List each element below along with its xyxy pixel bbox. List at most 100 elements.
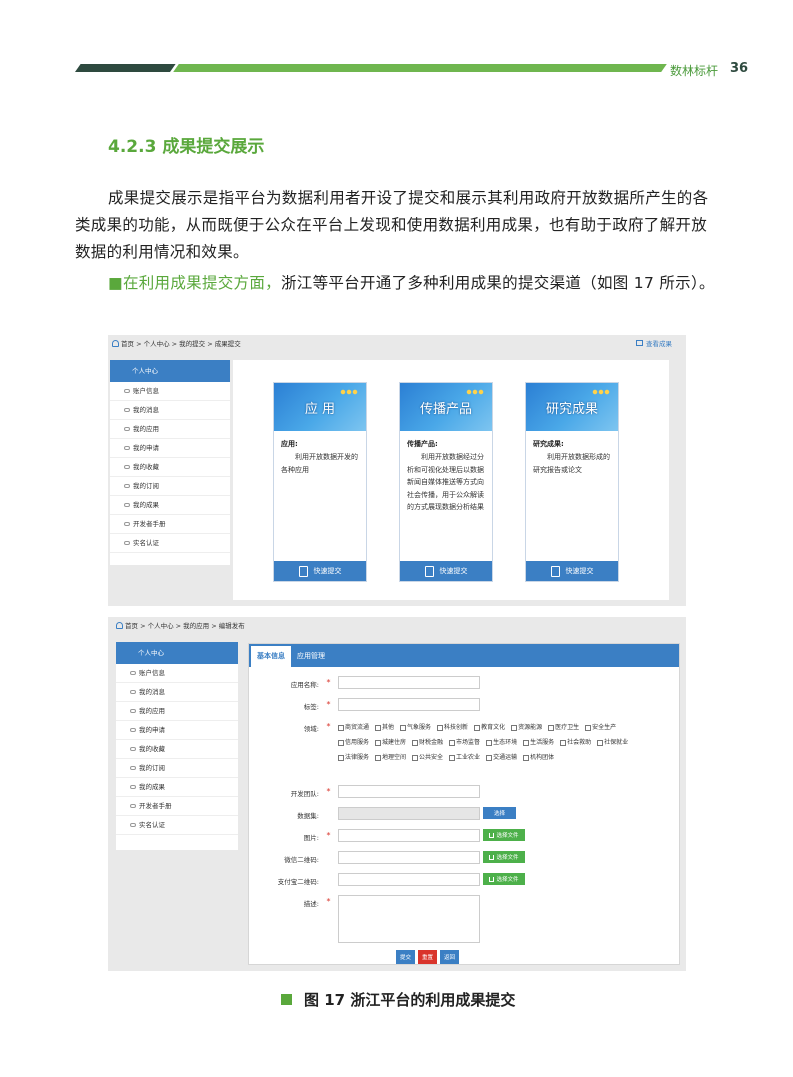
- sidebar-item-dev-manual[interactable]: 开发者手册: [110, 515, 230, 534]
- domain-option[interactable]: 资源能源: [511, 720, 542, 735]
- sidebar-item-subscriptions[interactable]: 我的订阅: [110, 477, 230, 496]
- checkbox-icon[interactable]: [412, 739, 419, 746]
- checkbox-icon[interactable]: [338, 724, 344, 731]
- checkbox-icon[interactable]: [548, 724, 555, 731]
- alipay-qr-input[interactable]: [338, 873, 480, 886]
- sidebar-item-subscriptions[interactable]: 我的订阅: [116, 759, 238, 778]
- checkbox-icon[interactable]: [375, 724, 382, 731]
- checkbox-icon[interactable]: [585, 724, 592, 731]
- checkbox-icon[interactable]: [486, 739, 493, 746]
- back-button[interactable]: 返回: [440, 950, 460, 964]
- sidebar-item-apps[interactable]: 我的应用: [116, 702, 238, 721]
- card-description: 利用开放数据经过分析和可视化处理后以数据新闻自媒体推送等方式向社会传播，用于公众…: [407, 453, 484, 511]
- reset-button[interactable]: 重置: [418, 950, 438, 964]
- domain-option[interactable]: 机构团体: [523, 750, 554, 765]
- sidebar-item-account[interactable]: 账户信息: [116, 664, 238, 683]
- view-results-link[interactable]: 查看成果: [636, 338, 672, 348]
- checkbox-icon[interactable]: [449, 739, 456, 746]
- checkbox-icon[interactable]: [400, 724, 407, 731]
- checkbox-icon[interactable]: [523, 754, 530, 761]
- domain-option[interactable]: 其他: [375, 720, 394, 735]
- app-name-input[interactable]: [338, 676, 480, 689]
- quick-submit-button[interactable]: 快速提交: [274, 561, 366, 581]
- domain-option[interactable]: 社保就业: [597, 735, 628, 750]
- description-textarea[interactable]: [338, 895, 480, 943]
- wechat-qr-upload-button[interactable]: 选择文件: [483, 851, 525, 863]
- sidebar-item-applications[interactable]: 我的申请: [110, 439, 230, 458]
- sidebar-item-label: 我的订阅: [139, 763, 165, 772]
- domain-option[interactable]: 商贸流通: [338, 720, 369, 735]
- wechat-qr-input[interactable]: [338, 851, 480, 864]
- domain-option[interactable]: 科技创新: [437, 720, 468, 735]
- sidebar-item-favorites[interactable]: 我的收藏: [110, 458, 230, 477]
- sidebar-item-applications[interactable]: 我的申请: [116, 721, 238, 740]
- submit-button[interactable]: 提交: [396, 950, 416, 964]
- checkbox-icon[interactable]: [597, 739, 604, 746]
- checkbox-icon[interactable]: [474, 724, 481, 731]
- domain-option[interactable]: 安全生产: [585, 720, 616, 735]
- domain-option[interactable]: 财税金融: [412, 735, 443, 750]
- sidebar-item-apps[interactable]: 我的应用: [110, 420, 230, 439]
- domain-option[interactable]: 交通运输: [486, 750, 517, 765]
- dataset-select-button[interactable]: 选择: [483, 807, 516, 819]
- checkbox-icon[interactable]: [449, 754, 456, 761]
- checkbox-icon[interactable]: [375, 754, 382, 761]
- checkbox-icon[interactable]: [338, 754, 344, 761]
- domain-option-label: 社会救助: [567, 739, 592, 746]
- sidebar-head[interactable]: 个人中心: [116, 642, 238, 664]
- checkbox-icon[interactable]: [523, 739, 530, 746]
- quick-submit-button[interactable]: 快速提交: [526, 561, 618, 581]
- sidebar-item-dev-manual[interactable]: 开发者手册: [116, 797, 238, 816]
- domain-option[interactable]: 地理空间: [375, 750, 406, 765]
- tab-basic-info[interactable]: 基本信息: [251, 646, 291, 667]
- sidebar-item-verification[interactable]: 实名认证: [116, 816, 238, 835]
- domain-option[interactable]: 生态环境: [486, 735, 517, 750]
- domain-option[interactable]: 城建住房: [375, 735, 406, 750]
- domain-option[interactable]: 生活服务: [523, 735, 554, 750]
- row-team: 开发团队: *: [249, 785, 480, 798]
- team-input[interactable]: [338, 785, 480, 798]
- sidebar-item-results[interactable]: 我的成果: [116, 778, 238, 797]
- checkbox-icon[interactable]: [437, 724, 444, 731]
- quick-submit-label: 快速提交: [565, 567, 594, 575]
- sidebar-item-label: 我的收藏: [133, 462, 159, 471]
- checkbox-icon[interactable]: [375, 739, 382, 746]
- domain-option[interactable]: 医疗卫生: [548, 720, 579, 735]
- checkbox-icon[interactable]: [486, 754, 493, 761]
- breadcrumb-text[interactable]: 首页 > 个人中心 > 我的应用 > 编辑发布: [125, 620, 245, 630]
- checkbox-icon[interactable]: [412, 754, 419, 761]
- domain-option[interactable]: 市场监督: [449, 735, 480, 750]
- tab-app-management[interactable]: 应用管理: [291, 646, 331, 667]
- quick-submit-button[interactable]: 快速提交: [400, 561, 492, 581]
- sidebar-item-label: 我的成果: [139, 782, 165, 791]
- domain-option[interactable]: 工业农业: [449, 750, 480, 765]
- breadcrumb: 首页 > 个人中心 > 我的应用 > 编辑发布: [116, 620, 245, 630]
- sidebar-item-results[interactable]: 我的成果: [110, 496, 230, 515]
- domain-option[interactable]: 气象服务: [400, 720, 431, 735]
- domain-option[interactable]: 信用服务: [338, 735, 369, 750]
- image-input[interactable]: [338, 829, 480, 842]
- card-banner: 传播产品: [400, 383, 492, 431]
- sidebar-head[interactable]: 个人中心: [110, 360, 230, 382]
- checkbox-icon[interactable]: [511, 724, 518, 731]
- sidebar-item-favorites[interactable]: 我的收藏: [116, 740, 238, 759]
- dataset-input[interactable]: [338, 807, 480, 820]
- checkbox-icon[interactable]: [560, 739, 567, 746]
- domain-option-label: 机构团体: [530, 754, 555, 761]
- sidebar-item-verification[interactable]: 实名认证: [110, 534, 230, 553]
- sidebar-item-account[interactable]: 账户信息: [110, 382, 230, 401]
- required-mark: *: [326, 897, 331, 906]
- image-upload-button[interactable]: 选择文件: [483, 829, 525, 841]
- domain-option[interactable]: 教育文化: [474, 720, 505, 735]
- domain-option[interactable]: 公共安全: [412, 750, 443, 765]
- tags-input[interactable]: [338, 698, 480, 711]
- checkbox-icon[interactable]: [338, 739, 344, 746]
- sidebar-item-messages[interactable]: 我的消息: [110, 401, 230, 420]
- domain-option[interactable]: 法律服务: [338, 750, 369, 765]
- sidebar-item-label: 开发者手册: [139, 801, 172, 810]
- domain-option[interactable]: 社会救助: [560, 735, 591, 750]
- bullet-icon: [130, 823, 136, 827]
- alipay-qr-upload-button[interactable]: 选择文件: [483, 873, 525, 885]
- breadcrumb-text[interactable]: 首页 > 个人中心 > 我的提交 > 成果提交: [121, 338, 241, 348]
- sidebar-item-messages[interactable]: 我的消息: [116, 683, 238, 702]
